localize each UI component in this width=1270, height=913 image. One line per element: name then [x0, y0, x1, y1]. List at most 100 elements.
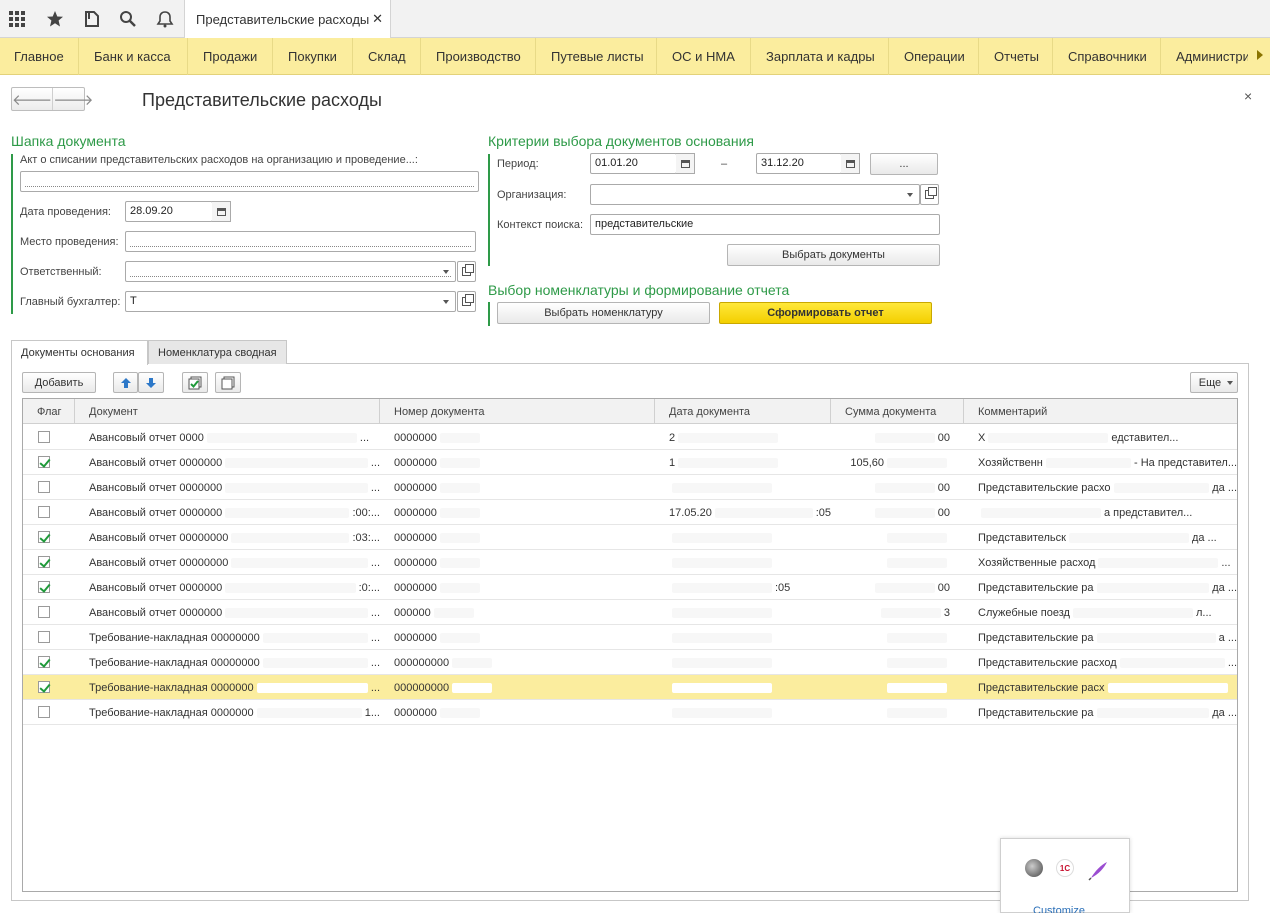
menu-separator [1160, 38, 1161, 75]
customize-label[interactable]: Customize [1033, 905, 1085, 913]
cell-doc-text: Авансовый отчет 00000000 [89, 531, 229, 544]
select-nomenclature-button[interactable]: Выбрать номенклатуру [497, 302, 710, 324]
menu-separator [420, 38, 421, 75]
menu-item-purchases[interactable]: Покупки [288, 49, 337, 64]
column-comment[interactable]: Комментарий [964, 399, 1237, 424]
menu-item-references[interactable]: Справочники [1068, 49, 1147, 64]
flag-checkbox[interactable] [38, 431, 50, 443]
flag-checkbox[interactable] [38, 581, 50, 593]
column-date[interactable]: Дата документа [655, 399, 831, 424]
table-row[interactable]: Авансовый отчет 0000000... 0000000 1 105,60… [23, 450, 1237, 475]
table-row[interactable]: Авансовый отчет 00000000... 0000000 Хозяйс… [23, 550, 1237, 575]
flag-checkbox[interactable] [38, 556, 50, 568]
form-close-icon[interactable]: × [1244, 88, 1252, 104]
cell-comment: Представительские ра да ... [964, 700, 1237, 725]
flag-checkbox[interactable] [38, 631, 50, 643]
menu-item-administration[interactable]: Администрирование [1176, 49, 1248, 64]
act-field[interactable] [20, 171, 479, 192]
generate-report-button[interactable]: Сформировать отчет [719, 302, 932, 324]
table-row[interactable]: Авансовый отчет 0000000:0:... 0000000:05 0… [23, 575, 1237, 600]
open-icon[interactable] [457, 261, 476, 282]
column-sum[interactable]: Сумма документа [831, 399, 964, 424]
redacted-mask [1119, 657, 1225, 668]
flag-checkbox[interactable] [38, 706, 50, 718]
select-documents-button[interactable]: Выбрать документы [727, 244, 940, 266]
check-all-button[interactable] [182, 372, 208, 393]
calendar-icon[interactable] [676, 153, 695, 174]
menu-item-main[interactable]: Главное [14, 49, 64, 64]
flag-checkbox[interactable] [38, 681, 50, 693]
flag-checkbox[interactable] [38, 531, 50, 543]
table-row[interactable]: Требование-накладная 0000000 1... 0000000 П… [23, 700, 1237, 725]
flag-checkbox[interactable] [38, 456, 50, 468]
back-arrow-icon[interactable]: 🡐 [12, 88, 54, 110]
open-icon[interactable] [457, 291, 476, 312]
calendar-icon[interactable] [841, 153, 860, 174]
chevron-down-icon[interactable] [438, 261, 454, 282]
menu-scroll-right-icon[interactable] [1257, 50, 1263, 60]
column-flag[interactable]: Флаг [23, 399, 75, 424]
open-icon[interactable] [920, 184, 939, 205]
search-context-field[interactable]: представительские [590, 214, 940, 235]
chevron-down-icon[interactable] [902, 184, 918, 205]
cell-number: 0000000 [380, 700, 655, 725]
period-from-field[interactable]: 01.01.20 [590, 153, 677, 174]
table-row[interactable]: Авансовый отчет 0000000... 000000 3 Служебн… [23, 600, 1237, 625]
grid-icon[interactable] [5, 7, 29, 31]
menu-item-operations[interactable]: Операции [904, 49, 965, 64]
redacted-mask [672, 557, 772, 568]
flag-checkbox[interactable] [38, 656, 50, 668]
table-row[interactable]: Требование-накладная 00000000... 00000000… [23, 650, 1237, 675]
cell-comment-text: Служебные поезд [978, 606, 1070, 619]
column-document[interactable]: Документ [75, 399, 380, 424]
menu-item-production[interactable]: Производство [436, 49, 521, 64]
menu-item-assets[interactable]: ОС и НМА [672, 49, 735, 64]
bell-icon[interactable] [153, 7, 177, 31]
menu-item-salary[interactable]: Зарплата и кадры [766, 49, 875, 64]
chevron-down-icon[interactable] [438, 291, 454, 312]
period-select-button[interactable]: ... [870, 153, 938, 175]
add-button[interactable]: Добавить [22, 372, 96, 393]
accountant-field[interactable]: Т [125, 291, 456, 312]
menu-item-reports[interactable]: Отчеты [994, 49, 1039, 64]
table-row[interactable]: Требование-накладная 0000000... 000000000… [23, 675, 1237, 700]
move-up-button[interactable] [113, 372, 138, 393]
table-row[interactable]: Авансовый отчет 00000000:03:... 0000000 Пр… [23, 525, 1237, 550]
app-logo-icon[interactable]: 1C [1056, 859, 1074, 877]
period-to-field[interactable]: 31.12.20 [756, 153, 842, 174]
dot-icon[interactable] [1025, 859, 1043, 877]
menu-item-warehouse[interactable]: Склад [368, 49, 406, 64]
cell-comment-text: Хозяйственные расход [978, 556, 1096, 569]
flag-checkbox[interactable] [38, 481, 50, 493]
quill-icon[interactable] [1087, 859, 1109, 881]
move-down-button[interactable] [138, 372, 164, 393]
document-tab[interactable]: Представительские расходы ✕ [184, 0, 391, 38]
flag-checkbox[interactable] [38, 506, 50, 518]
table-row[interactable]: Авансовый отчет 0000000:00:... 0000000 17.… [23, 500, 1237, 525]
table-row[interactable]: Требование-накладная 00000000... 0000000 П… [23, 625, 1237, 650]
history-icon[interactable] [80, 7, 104, 31]
menu-item-sales[interactable]: Продажи [203, 49, 257, 64]
date-field[interactable]: 28.09.20 [125, 201, 213, 222]
search-icon[interactable] [116, 7, 140, 31]
menu-item-bank[interactable]: Банк и касса [94, 49, 171, 64]
tab-base-documents[interactable]: Документы основания [11, 340, 148, 365]
organization-field[interactable] [590, 184, 920, 205]
forward-arrow-icon[interactable]: 🡒 [53, 88, 93, 110]
table-row[interactable]: Авансовый отчет 0000000... 0000000 00 Предс… [23, 475, 1237, 500]
place-field[interactable] [125, 231, 476, 252]
column-number[interactable]: Номер документа [380, 399, 655, 424]
tab-nomenclature-summary[interactable]: Номенклатура сводная [148, 340, 287, 364]
flag-checkbox[interactable] [38, 606, 50, 618]
calendar-icon[interactable] [212, 201, 231, 222]
menu-item-waybills[interactable]: Путевые листы [551, 49, 644, 64]
more-button[interactable]: Еще [1190, 372, 1238, 393]
tab-close-icon[interactable]: ✕ [372, 11, 383, 27]
redacted-mask [1107, 682, 1228, 693]
documents-table[interactable]: Флаг Документ Номер документа Дата докум… [22, 398, 1238, 892]
uncheck-all-button[interactable] [215, 372, 241, 393]
cell-doc-text: Авансовый отчет 0000000 [89, 456, 223, 469]
star-icon[interactable] [43, 7, 67, 31]
responsible-field[interactable] [125, 261, 456, 282]
table-row[interactable]: Авансовый отчет 0000... 0000000 2 00 Хедстав… [23, 425, 1237, 450]
